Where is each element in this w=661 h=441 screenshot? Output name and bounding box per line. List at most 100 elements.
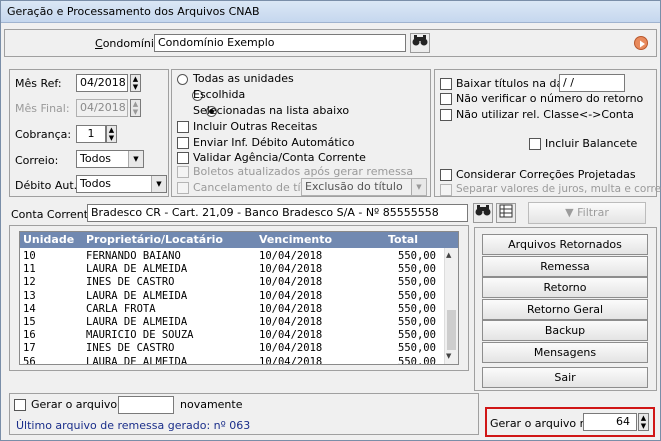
- nao-verificar-label: Não verificar o número do retorno: [456, 92, 644, 105]
- mes-ref-spinner[interactable]: ▲ ▼: [130, 74, 141, 92]
- chevron-down-icon: ▼: [128, 151, 143, 167]
- separar-label: Separar valores de juros, multa e correç…: [456, 183, 661, 195]
- debito-value: Todos: [80, 177, 112, 190]
- checkbox-nao-utilizar[interactable]: [440, 109, 452, 121]
- checkbox-baixar[interactable]: [440, 78, 452, 90]
- table-cell-v: 10/04/2018: [259, 302, 323, 315]
- table-cell-t: 550,00: [398, 355, 436, 365]
- chevron-down-icon: ▼: [411, 179, 426, 195]
- table-cell-v: 10/04/2018: [259, 250, 323, 262]
- table-row[interactable]: 16 MAURICIO DE SOUZA 10/04/2018 550,00: [20, 329, 445, 342]
- radio-todas[interactable]: [177, 74, 188, 85]
- condominio-field[interactable]: Condomínio Exemplo: [154, 34, 406, 52]
- table-row[interactable]: 56 LAURA DE ALMEIDA 10/04/2018 550,00: [20, 355, 445, 365]
- binoculars-search-icon[interactable]: [473, 203, 493, 223]
- table-cell-t: 550,00: [398, 329, 436, 342]
- radio-escolhida-label: Escolhida: [193, 88, 246, 101]
- table-row[interactable]: 17 INES DE CASTRO 10/04/2018 550,00: [20, 342, 445, 355]
- correio-select[interactable]: Todos ▼: [76, 150, 144, 168]
- window-title: Geração e Processamento dos Arquivos CNA…: [7, 5, 260, 18]
- checkbox-incluir-balancete[interactable]: [529, 138, 541, 150]
- mes-final-spinner: ▲ ▼: [130, 99, 141, 117]
- scroll-thumb[interactable]: [447, 310, 456, 350]
- debito-select[interactable]: Todos ▼: [76, 175, 167, 193]
- table-cell-t: 550,00: [398, 316, 436, 328]
- mes-final-field: 04/2018: [76, 99, 128, 117]
- table-cell-p: LAURA DE ALMEIDA: [86, 289, 188, 302]
- bottom-panel: Gerar o arquivo novamente Último arquivo…: [9, 393, 479, 435]
- chevron-down-icon: ▼: [151, 176, 166, 192]
- title-bar: Geração e Processamento dos Arquivos CNA…: [1, 1, 660, 23]
- table-row[interactable]: 14 CARLA FROTA 10/04/2018 550,00: [20, 303, 445, 316]
- col-unidade[interactable]: Unidade: [23, 233, 74, 246]
- table-cell-v: 10/04/2018: [259, 316, 323, 328]
- novamente-label: novamente: [180, 398, 243, 411]
- sair-button[interactable]: Sair: [482, 367, 648, 388]
- table-row[interactable]: 13 LAURA DE ALMEIDA 10/04/2018 550,00: [20, 290, 445, 303]
- conta-corrente-field[interactable]: Bradesco CR - Cart. 21,09 - Banco Brades…: [87, 204, 468, 222]
- units-grid[interactable]: Unidade Proprietário/Locatário Venciment…: [19, 231, 459, 365]
- table-cell-v: 10/04/2018: [259, 276, 323, 289]
- mes-ref-field[interactable]: 04/2018: [76, 74, 128, 92]
- radio-selecionadas-label: Selecionadas na lista abaixo: [193, 104, 350, 117]
- table-row[interactable]: 11 LAURA DE ALMEIDA 10/04/2018 550,00: [20, 263, 445, 276]
- table-cell-u: 56: [23, 355, 36, 365]
- table-cell-u: 11: [23, 263, 36, 276]
- table-row[interactable]: 15 LAURA DE ALMEIDA 10/04/2018 550,00: [20, 316, 445, 329]
- checkbox-considerar[interactable]: [440, 169, 452, 181]
- boletos-label: Boletos atualizados após gerar remessa: [193, 165, 414, 178]
- gerar-numero-label: Gerar o arquivo nº:: [490, 417, 596, 430]
- scroll-up-arrow-icon[interactable]: ▲: [446, 251, 451, 259]
- left-options-panel: Mês Ref: 04/2018 ▲ ▼ Mês Final: 04/2018 ▲…: [9, 69, 169, 197]
- checkbox-outras-receitas[interactable]: [177, 121, 189, 133]
- table-cell-u: 17: [23, 342, 36, 355]
- table-cell-p: CARLA FROTA: [86, 302, 156, 315]
- validar-agencia-label: Validar Agência/Conta Corrente: [193, 151, 366, 164]
- middle-options-panel: Todas as unidades Escolhida Selecionadas…: [171, 69, 431, 197]
- play-record-icon[interactable]: [634, 36, 648, 50]
- table-cell-v: 10/04/2018: [259, 329, 323, 342]
- checkbox-enviar-debito[interactable]: [177, 137, 189, 149]
- table-row[interactable]: 12 INES DE CASTRO 10/04/2018 550,00: [20, 276, 445, 289]
- table-list-icon[interactable]: [496, 203, 516, 223]
- binoculars-search-icon[interactable]: [410, 33, 430, 53]
- considerar-label: Considerar Correções Projetadas: [456, 168, 636, 181]
- col-vencimento[interactable]: Vencimento: [259, 233, 332, 246]
- checkbox-nao-verificar[interactable]: [440, 93, 452, 105]
- conta-corrente-label: Conta Corrente:: [11, 208, 99, 221]
- cobranca-field[interactable]: 1: [76, 125, 106, 143]
- retorno-geral-button[interactable]: Retorno Geral: [482, 299, 648, 320]
- table-cell-u: 10: [23, 250, 36, 262]
- gerar-numero-field[interactable]: 64: [583, 413, 637, 431]
- table-cell-u: 15: [23, 316, 36, 328]
- mensagens-button[interactable]: Mensagens: [482, 342, 648, 363]
- scroll-down-arrow-icon[interactable]: ▼: [446, 352, 451, 360]
- gerar-novamente-field[interactable]: [118, 396, 174, 414]
- table-row[interactable]: 10 FERNANDO BAIANO 10/04/2018 550,00: [20, 250, 445, 263]
- nao-utilizar-label: Não utilizar rel. Classe<->Conta: [456, 108, 634, 121]
- table-cell-p: INES DE CASTRO: [86, 276, 175, 289]
- table-cell-t: 550,00: [398, 263, 436, 276]
- table-cell-t: 550,00: [398, 302, 436, 315]
- outras-receitas-label: Incluir Outras Receitas: [193, 120, 318, 133]
- remessa-button[interactable]: Remessa: [482, 256, 648, 277]
- cancelamento-value: Exclusão do título: [305, 180, 403, 193]
- table-cell-p: MAURICIO DE SOUZA: [86, 329, 194, 342]
- correio-value: Todos: [80, 152, 112, 165]
- baixar-date-field[interactable]: / /: [559, 74, 625, 92]
- gerar-numero-spinner[interactable]: ▲ ▼: [638, 413, 649, 431]
- col-proprietario[interactable]: Proprietário/Locatário: [86, 233, 223, 246]
- table-cell-u: 13: [23, 289, 36, 302]
- retorno-button[interactable]: Retorno: [482, 277, 648, 298]
- arquivos-retornados-button[interactable]: Arquivos Retornados: [482, 234, 648, 255]
- cobranca-spinner[interactable]: ▲ ▼: [106, 125, 117, 143]
- debito-label: Débito Aut.:: [15, 179, 81, 192]
- table-cell-p: LAURA DE ALMEIDA: [86, 263, 188, 276]
- checkbox-validar-agencia[interactable]: [177, 152, 189, 164]
- backup-button[interactable]: Backup: [482, 320, 648, 341]
- checkbox-gerar-novamente[interactable]: [14, 399, 26, 411]
- condominio-panel: Condomínio: Condomínio Exemplo: [4, 29, 657, 57]
- grid-scrollbar[interactable]: ▲ ▼: [444, 248, 458, 364]
- table-cell-t: 550,00: [398, 250, 436, 262]
- col-total[interactable]: Total: [388, 233, 418, 246]
